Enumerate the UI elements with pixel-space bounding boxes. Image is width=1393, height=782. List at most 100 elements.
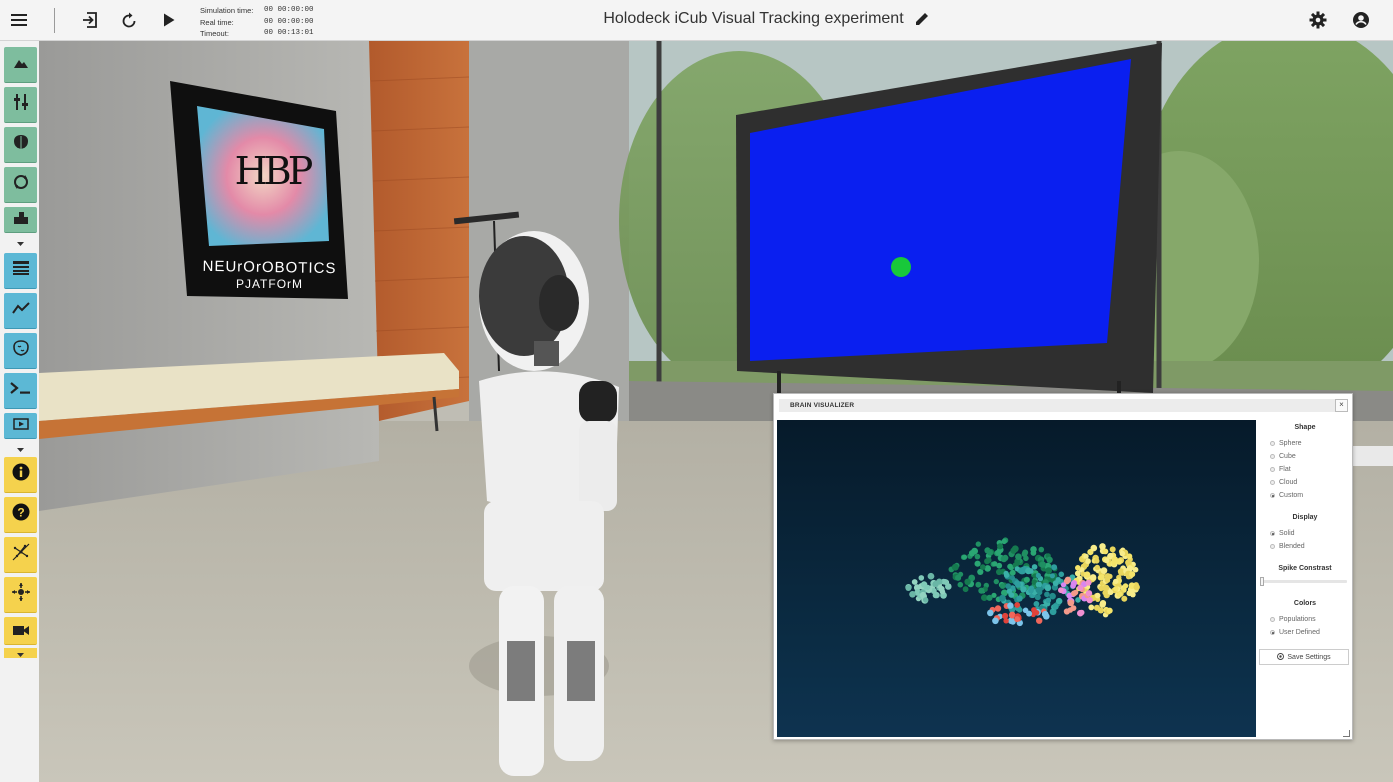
log-console-icon	[12, 260, 30, 281]
brain-editor-icon	[12, 134, 30, 155]
reset-icon[interactable]	[118, 9, 140, 31]
neuron-dot	[1014, 602, 1021, 608]
video-stream-button[interactable]	[4, 413, 37, 439]
neuron-dot	[993, 578, 999, 585]
neuron-dot	[1083, 553, 1089, 559]
recorder-button[interactable]	[4, 617, 37, 645]
neuron-dot	[1070, 583, 1076, 589]
neuron-dot	[1075, 565, 1081, 571]
brain-visualizer-title[interactable]: BRAIN VISUALIZER	[779, 399, 1335, 412]
slider-handle[interactable]	[1260, 577, 1264, 586]
transfer-function-button[interactable]	[4, 167, 37, 203]
yellow-group-expand[interactable]	[4, 648, 37, 658]
neuron-dot	[1009, 613, 1015, 619]
neuron-dot	[1035, 572, 1041, 579]
neuron-dot	[1009, 569, 1016, 576]
colors-option-user-defined[interactable]: User Defined	[1270, 629, 1320, 636]
info-icon	[12, 463, 30, 486]
neuron-dot	[1106, 607, 1113, 614]
neuron-dot	[918, 575, 925, 581]
neuron-dot	[1002, 554, 1009, 561]
neuron-dot	[1093, 604, 1101, 611]
account-circle-icon[interactable]	[1350, 9, 1372, 31]
chevron-down-icon	[17, 439, 24, 457]
neuron-dot	[932, 580, 939, 588]
gear-icon[interactable]	[1307, 9, 1329, 31]
neuron-dot	[1021, 551, 1028, 558]
radio-icon	[1270, 617, 1275, 622]
neuron-dot	[1035, 581, 1042, 588]
robot-inspector-button[interactable]	[4, 577, 37, 613]
neuron-dot	[1006, 588, 1012, 594]
terminal-button[interactable]	[4, 373, 37, 409]
poster-title-line2: PJATFOrM	[235, 277, 304, 291]
poster-logo: HBP	[234, 149, 314, 193]
log-console-button[interactable]	[4, 253, 37, 289]
robot-designer-button[interactable]	[4, 207, 37, 233]
display-option-blended[interactable]: Blended	[1270, 543, 1305, 550]
neuron-dot	[905, 585, 912, 591]
shape-option-cloud[interactable]: Cloud	[1270, 479, 1297, 486]
help-button[interactable]: ?	[4, 497, 37, 533]
neuron-dot	[933, 591, 940, 599]
simulation-time-label: Simulation time:	[200, 6, 254, 15]
resize-handle[interactable]	[1343, 730, 1350, 737]
timeout-label: Timeout:	[200, 29, 229, 38]
shape-option-custom[interactable]: Custom	[1270, 492, 1303, 499]
neuron-dot	[1077, 609, 1084, 617]
shape-option-sphere[interactable]: Sphere	[1270, 440, 1302, 447]
left-tool-sidebar: ?	[0, 41, 39, 782]
neuron-dot	[1085, 558, 1091, 565]
object-library-button[interactable]	[4, 87, 37, 123]
spike-contrast-slider[interactable]	[1260, 577, 1347, 586]
colors-option-populations[interactable]: Populations	[1270, 616, 1316, 623]
neuron-dot	[1041, 610, 1049, 618]
brain-editor-button[interactable]	[4, 127, 37, 163]
spike-train-button[interactable]	[4, 293, 37, 329]
save-settings-button[interactable]: Save Settings	[1259, 649, 1349, 665]
brain-visualizer-button[interactable]	[4, 333, 37, 369]
exit-icon[interactable]	[79, 9, 101, 31]
neuron-dot	[1100, 567, 1108, 574]
neuron-dot	[995, 549, 1002, 556]
joint-plot-button[interactable]	[4, 537, 37, 573]
timeout-value: 00 00:13:01	[264, 29, 314, 37]
play-icon[interactable]	[158, 9, 180, 31]
neuron-dot	[1067, 599, 1075, 607]
neuron-dot	[961, 554, 968, 560]
teal-group-expand[interactable]	[4, 444, 37, 452]
radio-icon	[1270, 544, 1275, 549]
neuron-dot	[1094, 564, 1100, 571]
colors-heading: Colors	[1293, 600, 1317, 607]
neuron-dot	[975, 541, 981, 547]
simulation-timers: Simulation time: 00 00:00:00 Real time: 00…	[200, 5, 314, 40]
neuron-dot	[987, 549, 993, 556]
brain-visualizer-canvas[interactable]	[777, 420, 1256, 737]
object-library-icon	[13, 93, 28, 116]
pencil-icon[interactable]	[914, 11, 930, 27]
top-toolbar: Simulation time: 00 00:00:00 Real time: 00…	[0, 0, 1393, 41]
recorder-icon	[12, 623, 30, 641]
shape-option-cube[interactable]: Cube	[1270, 453, 1296, 460]
neuron-dot	[992, 617, 999, 625]
neuron-dot	[1126, 553, 1133, 560]
neuron-dot	[1133, 584, 1140, 591]
green-group-expand[interactable]	[4, 238, 37, 246]
neuron-dot	[1015, 553, 1022, 560]
neuron-dot	[1010, 547, 1017, 554]
hamburger-menu-icon[interactable]	[8, 9, 30, 31]
neuron-dot	[909, 591, 916, 598]
robot-designer-icon	[13, 211, 29, 230]
neuron-dot	[1014, 616, 1021, 623]
neuron-dot	[1102, 584, 1110, 591]
spike-contrast-heading: Spike Constrast	[1278, 565, 1332, 572]
display-option-solid[interactable]: Solid	[1270, 530, 1295, 537]
environment-button[interactable]	[4, 47, 37, 83]
neuron-dot	[1089, 574, 1097, 581]
svg-text:?: ?	[17, 505, 24, 519]
info-button[interactable]	[4, 457, 37, 493]
neuron-dot	[925, 584, 931, 591]
shape-option-flat[interactable]: Flat	[1270, 466, 1291, 473]
close-icon[interactable]: ×	[1335, 399, 1348, 412]
neuron-dot	[1104, 577, 1111, 583]
